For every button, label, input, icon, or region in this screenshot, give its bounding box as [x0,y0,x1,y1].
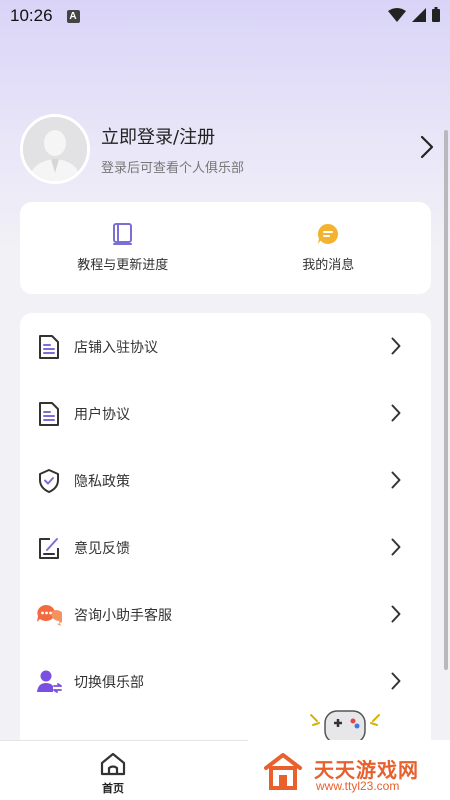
menu-item-label: 隐私政策 [74,473,130,490]
settings-menu: 店铺入驻协议 用户协议 隐私政策 意见反馈 咨询小助手客服 切换俱乐部 [20,313,431,753]
scrollbar[interactable] [444,130,448,670]
chevron-right-icon [391,672,401,690]
tutorial-progress-label: 教程与更新进度 [77,258,169,273]
my-messages-label: 我的消息 [302,258,355,273]
menu-item-label: 店铺入驻协议 [74,339,158,356]
menu-item-store-agreement[interactable]: 店铺入驻协议 [20,313,431,380]
quick-actions-card: 教程与更新进度 我的消息 [20,202,431,294]
message-icon [318,223,339,244]
status-time: 10:26 [10,6,53,25]
chevron-right-icon [391,538,401,556]
login-register-title[interactable]: 立即登录/注册 [101,123,244,149]
bottom-navigation: 首页 [0,740,248,800]
notification-icon: A [66,9,80,23]
user-switch-icon [36,669,62,695]
chevron-right-icon [391,471,401,489]
menu-item-label: 切换俱乐部 [74,674,144,691]
status-bar: 10:26 A [0,0,450,32]
watermark-url: www.ttyl23.com [316,779,400,793]
menu-item-privacy-policy[interactable]: 隐私政策 [20,447,431,514]
nav-home-label: 首页 [102,782,124,795]
status-indicators [388,7,440,22]
my-messages-button[interactable]: 我的消息 [226,202,432,294]
chat-bubbles-icon [36,602,62,628]
tutorial-progress-button[interactable]: 教程与更新进度 [20,202,226,294]
menu-item-label: 意见反馈 [74,540,130,557]
menu-item-user-agreement[interactable]: 用户协议 [20,380,431,447]
menu-item-label: 用户协议 [74,406,130,423]
document-icon [36,401,62,427]
avatar[interactable] [20,114,90,184]
login-hint: 登录后可查看个人俱乐部 [101,160,245,176]
home-icon [100,752,126,776]
signal-icon [412,7,426,22]
menu-item-feedback[interactable]: 意见反馈 [20,514,431,581]
chevron-right-icon [391,404,401,422]
document-icon [36,334,62,360]
menu-item-customer-service[interactable]: 咨询小助手客服 [20,581,431,648]
gamepad-mascot-icon [310,710,380,744]
chevron-right-icon[interactable] [420,135,434,159]
nav-home-tab[interactable]: 首页 [88,751,138,796]
book-icon [112,223,132,245]
chevron-right-icon [391,337,401,355]
menu-item-label: 咨询小助手客服 [74,607,172,624]
login-header[interactable]: 立即登录/注册 登录后可查看个人俱乐部 [20,113,440,185]
chevron-right-icon [391,605,401,623]
default-avatar-icon [23,117,87,181]
edit-icon [36,535,62,561]
watermark: 天天游戏网 www.ttyl23.com [248,740,450,800]
battery-icon [432,7,440,22]
wifi-icon [388,7,406,22]
shield-check-icon [36,468,62,494]
house-logo-icon [264,753,302,790]
